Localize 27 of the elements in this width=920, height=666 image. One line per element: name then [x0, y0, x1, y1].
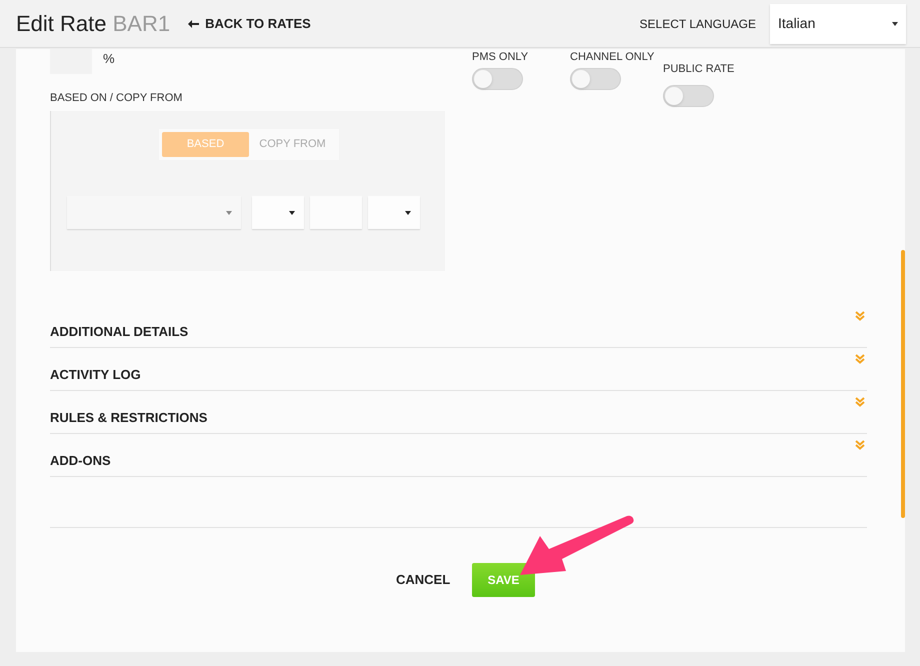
toggle-switch[interactable]: [570, 68, 621, 90]
back-link[interactable]: BACK TO RATES: [188, 14, 311, 34]
caret-icon: [226, 210, 232, 214]
back-arrow-icon: [188, 20, 200, 28]
toggle-label: PMS ONLY: [472, 50, 528, 65]
percent-input[interactable]: [50, 49, 92, 74]
toggle-switch[interactable]: [472, 68, 523, 90]
cancel-button[interactable]: CANCEL: [396, 570, 450, 588]
caret-icon: [289, 210, 295, 214]
dropdown[interactable]: [252, 196, 304, 229]
toggle-switch[interactable]: [663, 85, 714, 107]
caret-icon: [405, 210, 411, 214]
toggle-label: CHANNEL ONLY: [570, 50, 654, 65]
accordion-header[interactable]: RULES & RESTRICTIONS: [50, 391, 867, 434]
caret-icon: [892, 22, 898, 26]
dropdown[interactable]: [67, 196, 241, 229]
language-label: SELECT LANGUAGE: [640, 16, 756, 32]
dropdown[interactable]: [368, 196, 420, 229]
accordion-header[interactable]: ACTIVITY LOG: [50, 348, 867, 391]
page-title: Edit Rate BAR1: [16, 10, 170, 38]
language-select[interactable]: Italian: [770, 4, 906, 44]
number-input[interactable]: [310, 196, 362, 229]
section-label: BASED ON / COPY FROM: [50, 91, 182, 106]
accordion-header[interactable]: ADDITIONAL DETAILS: [50, 305, 867, 348]
percent-unit: %: [103, 50, 115, 68]
toggle-label: PUBLIC RATE: [663, 62, 734, 77]
accordion-header[interactable]: ADD-ONS: [50, 434, 867, 477]
